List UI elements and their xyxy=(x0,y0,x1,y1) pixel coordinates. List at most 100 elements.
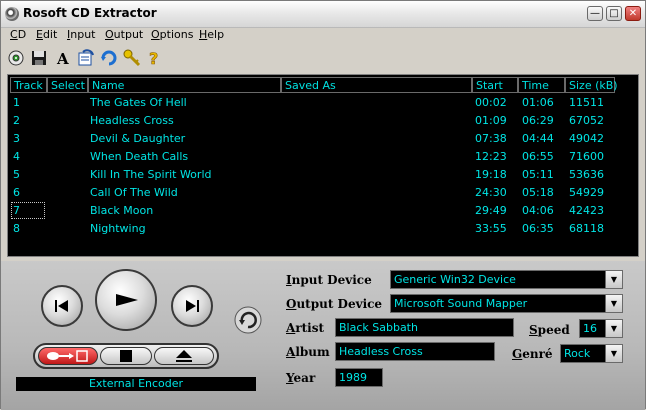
track-name: Headless Cross xyxy=(90,114,174,127)
track-row[interactable]: 5 Kill In The Spirit World 19:18 05:11 5… xyxy=(8,166,638,184)
track-number: 3 xyxy=(13,132,20,145)
chevron-down-icon[interactable]: ▼ xyxy=(605,320,622,337)
stop-button[interactable] xyxy=(100,347,152,365)
track-number: 8 xyxy=(13,222,20,235)
chevron-down-icon[interactable]: ▼ xyxy=(605,345,622,362)
chevron-down-icon[interactable]: ▼ xyxy=(605,295,622,312)
app-cd-icon xyxy=(5,7,19,21)
output-device-value: Microsoft Sound Mapper xyxy=(394,297,528,310)
output-device-label: Output Device xyxy=(286,297,383,311)
track-row[interactable]: 6 Call Of The Wild 24:30 05:18 54929 xyxy=(8,184,638,202)
column-name[interactable]: Name xyxy=(88,77,281,93)
track-list[interactable]: Track Select Name Saved As Start Time Si… xyxy=(7,74,639,257)
input-device-value: Generic Win32 Device xyxy=(394,273,516,286)
track-start: 00:02 xyxy=(475,96,507,109)
cd-drive-icon xyxy=(8,50,24,66)
speed-select[interactable]: 16 ▼ xyxy=(579,319,623,338)
status-bar: External Encoder xyxy=(16,377,256,391)
column-start[interactable]: Start xyxy=(472,77,518,93)
year-label: Year xyxy=(286,371,316,385)
maximize-button[interactable]: □ xyxy=(606,6,622,21)
track-start: 01:09 xyxy=(475,114,507,127)
year-field[interactable]: 1989 xyxy=(335,368,383,387)
record-button[interactable] xyxy=(38,347,98,365)
font-icon: A xyxy=(56,50,69,66)
track-name: Call Of The Wild xyxy=(90,186,178,199)
track-start: 24:30 xyxy=(475,186,507,199)
track-row[interactable]: 7 Black Moon 29:49 04:06 42423 xyxy=(8,202,638,220)
close-button[interactable]: ✕ xyxy=(625,6,641,21)
track-size: 11511 xyxy=(569,96,604,109)
track-time: 01:06 xyxy=(522,96,554,109)
title-bar[interactable]: Rosoft CD Extractor — □ ✕ xyxy=(1,1,645,28)
track-time: 04:44 xyxy=(522,132,554,145)
input-device-select[interactable]: Generic Win32 Device ▼ xyxy=(390,270,623,289)
refresh-list-button[interactable] xyxy=(77,49,95,67)
previous-track-button[interactable] xyxy=(41,285,83,327)
app-window: Rosoft CD Extractor — □ ✕ CD Edit Input … xyxy=(0,0,646,410)
track-time: 06:29 xyxy=(522,114,554,127)
column-select[interactable]: Select xyxy=(47,77,88,93)
save-icon xyxy=(32,51,46,65)
track-size: 68118 xyxy=(569,222,604,235)
minimize-button[interactable]: — xyxy=(587,6,603,21)
cd-drive-button[interactable] xyxy=(7,49,25,67)
track-row[interactable]: 3 Devil & Daughter 07:38 04:44 49042 xyxy=(8,130,638,148)
chevron-down-icon[interactable]: ▼ xyxy=(605,271,622,288)
control-panel: External Encoder Input Device Generic Wi… xyxy=(1,261,645,410)
save-button[interactable] xyxy=(30,49,48,67)
play-button[interactable] xyxy=(95,269,157,331)
track-time: 05:18 xyxy=(522,186,554,199)
track-number: 6 xyxy=(13,186,20,199)
stop-icon xyxy=(120,350,132,362)
menu-cd[interactable]: CD xyxy=(10,28,26,41)
album-field[interactable]: Headless Cross xyxy=(335,342,495,361)
help-icon: ? xyxy=(149,49,159,67)
help-button[interactable]: ? xyxy=(146,49,164,67)
track-start: 29:49 xyxy=(475,204,507,217)
menu-help[interactable]: Help xyxy=(199,28,224,41)
font-button[interactable]: A xyxy=(54,49,72,67)
menu-edit[interactable]: Edit xyxy=(36,28,57,41)
key-icon xyxy=(123,49,141,67)
track-time: 06:55 xyxy=(522,150,554,163)
track-start: 12:23 xyxy=(475,150,507,163)
track-row[interactable]: 2 Headless Cross 01:09 06:29 67052 xyxy=(8,112,638,130)
track-size: 54929 xyxy=(569,186,604,199)
track-number: 7 xyxy=(11,202,45,219)
column-size[interactable]: Size (kB) xyxy=(565,77,618,93)
refresh-icon xyxy=(234,306,262,334)
column-time[interactable]: Time xyxy=(518,77,565,93)
next-track-icon xyxy=(186,300,199,312)
track-row[interactable]: 8 Nightwing 33:55 06:35 68118 xyxy=(8,220,638,238)
next-track-button[interactable] xyxy=(171,285,213,327)
genre-select[interactable]: Rock ▼ xyxy=(560,344,623,363)
artist-label: Artist xyxy=(286,321,325,335)
column-saved-as[interactable]: Saved As xyxy=(281,77,472,93)
track-row[interactable]: 4 When Death Calls 12:23 06:55 71600 xyxy=(8,148,638,166)
artist-field[interactable]: Black Sabbath xyxy=(335,318,514,337)
rotate-icon xyxy=(101,50,117,66)
play-icon xyxy=(116,294,138,306)
eject-button[interactable] xyxy=(154,347,214,365)
refresh-list-icon xyxy=(78,49,94,66)
track-size: 42423 xyxy=(569,204,604,217)
track-name: The Gates Of Hell xyxy=(90,96,187,109)
refresh-button[interactable] xyxy=(233,305,263,335)
track-name: Devil & Daughter xyxy=(90,132,186,145)
rotate-button[interactable] xyxy=(100,49,118,67)
close-icon: ✕ xyxy=(628,8,638,19)
track-row[interactable]: 1 The Gates Of Hell 00:02 01:06 11511 xyxy=(8,94,638,112)
track-size: 53636 xyxy=(569,168,604,181)
track-number: 1 xyxy=(13,96,20,109)
track-time: 06:35 xyxy=(522,222,554,235)
key-button[interactable] xyxy=(123,49,141,67)
column-track[interactable]: Track xyxy=(10,77,47,93)
speed-value: 16 xyxy=(583,322,597,335)
menu-input[interactable]: Input xyxy=(67,28,96,41)
genre-value: Rock xyxy=(564,347,591,360)
eject-icon xyxy=(176,350,192,362)
menu-output[interactable]: Output xyxy=(105,28,143,41)
menu-options[interactable]: Options xyxy=(151,28,193,41)
output-device-select[interactable]: Microsoft Sound Mapper ▼ xyxy=(390,294,623,313)
